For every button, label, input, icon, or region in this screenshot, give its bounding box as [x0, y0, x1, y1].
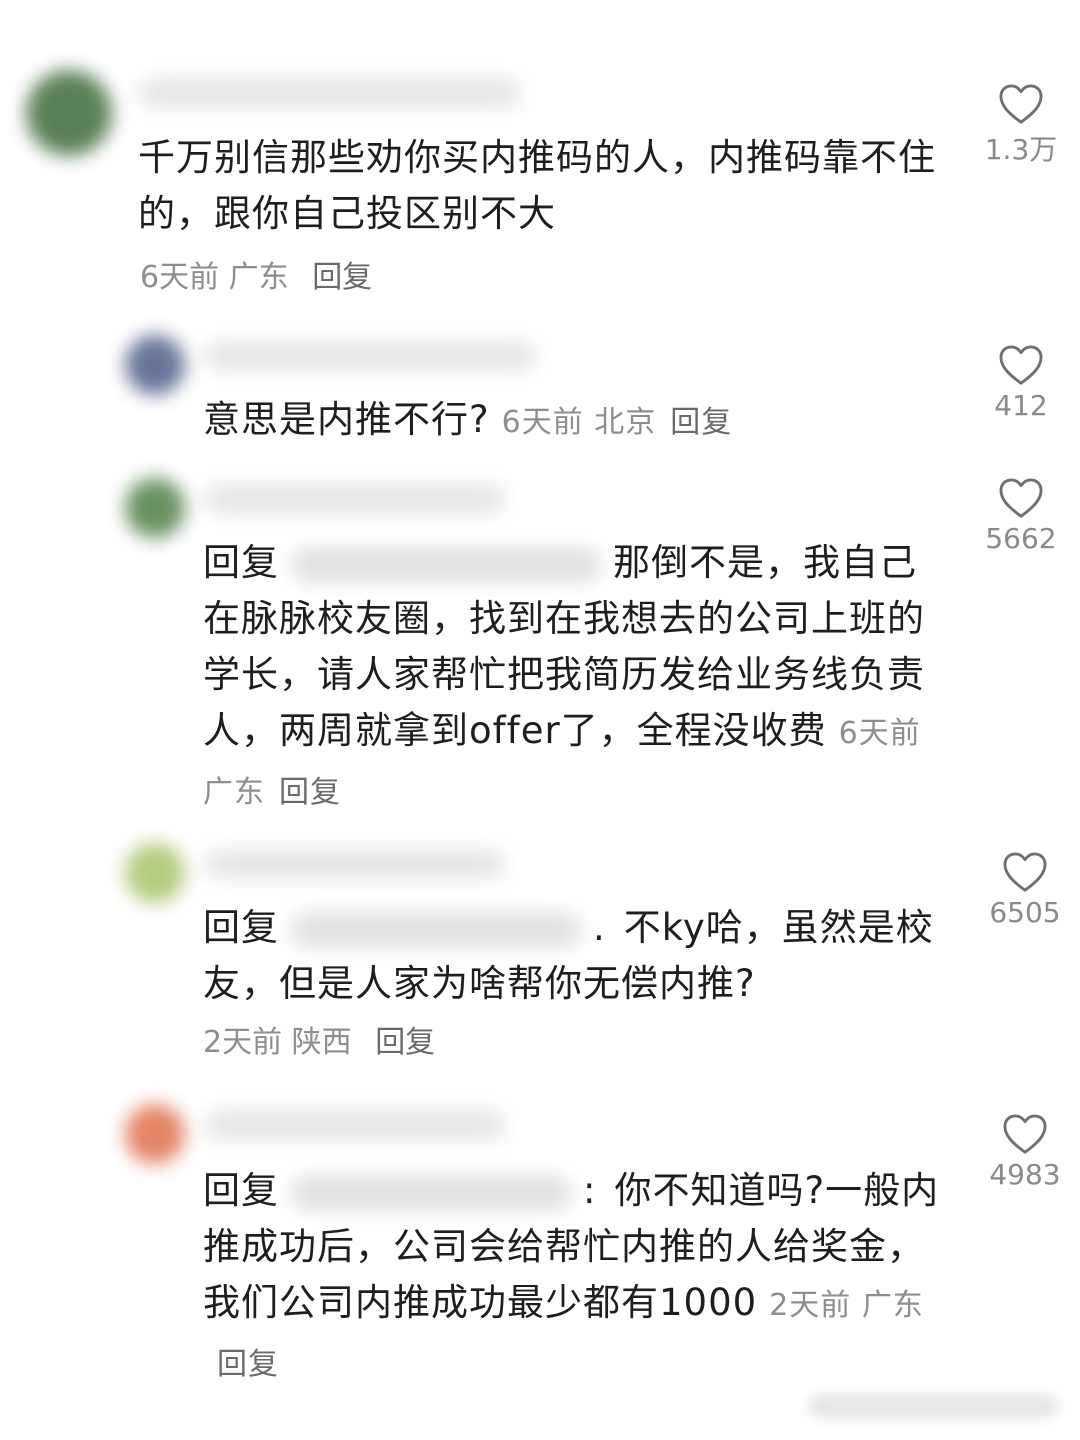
comment-location: 广东 — [228, 260, 289, 295]
heart-icon — [999, 345, 1043, 385]
comment-text: 回复 那倒不是，我自己在脉脉校友圈，找到在我想去的公司上班的学长，请人家帮忙把我简… — [203, 535, 953, 821]
username[interactable] — [205, 343, 535, 369]
mention-username[interactable] — [291, 1174, 571, 1211]
username[interactable] — [205, 851, 505, 877]
reply-button[interactable]: 回复 — [375, 1025, 435, 1060]
comment-location: 广东 — [203, 775, 265, 810]
like-button[interactable]: 1.3万 — [966, 84, 1076, 168]
username[interactable] — [140, 80, 520, 106]
reply-button[interactable]: 回复 — [312, 260, 372, 295]
comment-time: 6天前 — [501, 405, 584, 440]
watermark-blur — [808, 1394, 1058, 1418]
heart-icon — [1003, 1114, 1047, 1154]
like-count: 4983 — [989, 1158, 1061, 1191]
like-button[interactable]: 412 — [966, 345, 1076, 422]
like-button[interactable]: 4983 — [970, 1114, 1080, 1191]
comment-meta: 6天前 北京 回复 — [502, 405, 733, 440]
reply-button[interactable]: 回复 — [217, 1347, 279, 1382]
mention-username[interactable] — [291, 546, 601, 583]
reply-prefix: 回复 — [203, 1169, 279, 1212]
avatar[interactable] — [125, 335, 185, 395]
like-count: 412 — [994, 389, 1048, 422]
avatar[interactable] — [26, 70, 112, 156]
like-count: 5662 — [985, 522, 1057, 555]
like-count: 1.3万 — [984, 133, 1058, 166]
avatar[interactable] — [125, 843, 185, 903]
comment-meta: 2天前 陕西 回复 — [203, 1023, 435, 1063]
reply-button[interactable]: 回复 — [670, 405, 732, 440]
heart-icon — [999, 478, 1043, 518]
comment-text: 回复: 你不知道吗?一般内推成功后，公司会给帮忙内推的人给奖金，我们公司内推成功最… — [203, 1163, 953, 1393]
like-count: 6505 — [989, 896, 1061, 929]
comment-time: 6天前 — [838, 716, 921, 751]
heart-icon — [1003, 852, 1047, 892]
comment-text: 意思是内推不行? 6天前 北京 回复 — [203, 392, 963, 451]
avatar[interactable] — [125, 1104, 185, 1164]
comment-meta: 6天前 广东 回复 — [140, 258, 372, 298]
username[interactable] — [205, 1112, 505, 1138]
comment-location: 陕西 — [291, 1025, 352, 1060]
reply-prefix: 回复 — [203, 906, 279, 949]
comment-time: 6天前 — [140, 260, 220, 295]
comment-time: 2天前 — [769, 1288, 852, 1323]
avatar[interactable] — [125, 478, 185, 538]
comment-time: 2天前 — [203, 1025, 283, 1060]
comment-location: 广东 — [861, 1288, 924, 1323]
username[interactable] — [205, 486, 505, 512]
comment-location: 北京 — [594, 405, 657, 440]
comment-text: 千万别信那些劝你买内推码的人，内推码靠不住的，跟你自己投区别不大 — [138, 136, 936, 235]
like-button[interactable]: 5662 — [966, 478, 1076, 555]
comment-text: 回复. 不ky哈，虽然是校友，但是人家为啥帮你无偿内推? — [203, 900, 953, 1012]
heart-icon — [999, 84, 1043, 124]
reply-prefix: 回复 — [203, 541, 279, 584]
mention-username[interactable] — [291, 911, 581, 948]
reply-button[interactable]: 回复 — [279, 775, 341, 810]
comment-body: 意思是内推不行? — [203, 398, 490, 441]
like-button[interactable]: 6505 — [970, 852, 1080, 929]
mention-separator: . — [593, 906, 606, 949]
mention-separator: : — [583, 1169, 597, 1212]
